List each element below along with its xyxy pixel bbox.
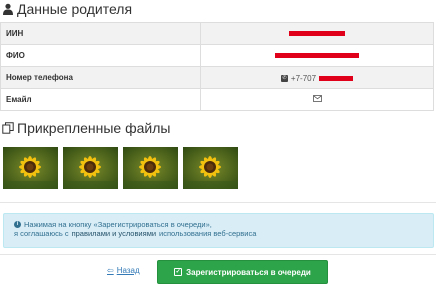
phone-icon: ✆ xyxy=(280,75,288,82)
table-row: Номер телефона ✆ +7-707 xyxy=(0,66,434,89)
email-value xyxy=(200,88,434,111)
phone-prefix: +7-707 xyxy=(290,74,317,83)
redaction-mark xyxy=(289,31,345,37)
copy-files-icon xyxy=(2,122,14,134)
notice-line-2-suffix: использования веб-сервиса xyxy=(159,229,257,238)
fio-label: ФИО xyxy=(0,44,201,67)
check-square-icon: ✓ xyxy=(174,268,183,276)
notice-line-2-prefix: я соглашаюсь с xyxy=(14,229,69,238)
back-label: Назад xyxy=(116,266,140,275)
attachment-thumbnail[interactable] xyxy=(123,147,178,189)
parent-data-title: Данные родителя xyxy=(17,1,133,17)
notice-line-1: Нажимая на кнопку «Зарегистрироваться в … xyxy=(24,220,212,229)
iin-value xyxy=(200,22,434,45)
table-row: Емайл xyxy=(0,88,434,111)
phone-label: Номер телефона xyxy=(0,66,201,89)
attachment-thumbnail[interactable] xyxy=(183,147,238,189)
attached-files-list xyxy=(3,147,238,189)
register-in-queue-button[interactable]: ✓ Зарегистрироваться в очереди xyxy=(157,260,328,284)
back-link[interactable]: ⇦ Назад xyxy=(107,266,140,275)
user-icon xyxy=(2,3,14,15)
phone-value: ✆ +7-707 xyxy=(200,66,434,89)
divider xyxy=(0,254,436,255)
email-label: Емайл xyxy=(0,88,201,111)
terms-link[interactable]: правилами и условиями xyxy=(72,229,156,238)
attached-files-title: Прикрепленные файлы xyxy=(17,120,171,136)
agreement-notice: i Нажимая на кнопку «Зарегистрироваться … xyxy=(3,213,434,248)
divider xyxy=(0,202,436,203)
iin-label: ИИН xyxy=(0,22,201,45)
table-row: ФИО xyxy=(0,44,434,67)
arrow-left-icon: ⇦ xyxy=(107,266,114,275)
redaction-mark xyxy=(319,76,354,81)
attachment-thumbnail[interactable] xyxy=(3,147,58,189)
table-row: ИИН xyxy=(0,22,434,45)
envelope-icon xyxy=(312,95,322,102)
parent-data-heading: Данные родителя xyxy=(2,1,132,17)
info-icon: i xyxy=(14,221,21,228)
register-button-label: Зарегистрироваться в очереди xyxy=(186,267,311,277)
attached-files-heading: Прикрепленные файлы xyxy=(2,120,170,136)
attachment-thumbnail[interactable] xyxy=(63,147,118,189)
redaction-mark xyxy=(275,53,359,59)
parent-data-table: ИИН ФИО Номер телефона ✆ +7-707 Емайл xyxy=(0,22,434,111)
fio-value xyxy=(200,44,434,67)
